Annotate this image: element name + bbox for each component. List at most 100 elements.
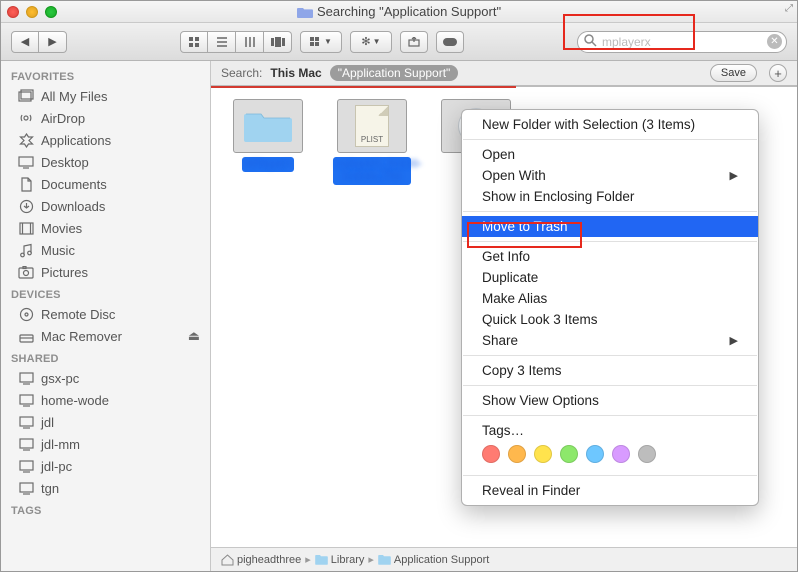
file-label: mplayerX_50100-8-9049..758 bbox=[333, 157, 411, 185]
pc-icon bbox=[17, 416, 35, 429]
sidebar-header-devices: DEVICES bbox=[1, 283, 210, 303]
sidebar-header-favorites: FAVORITES bbox=[1, 65, 210, 85]
desktop-icon bbox=[17, 156, 35, 169]
sidebar-item-applications[interactable]: Applications bbox=[1, 129, 210, 151]
fullscreen-icon[interactable]: ⤢ bbox=[785, 3, 793, 14]
menu-item-view-options[interactable]: Show View Options bbox=[462, 390, 758, 411]
scope-current-folder[interactable]: "Application Support" bbox=[330, 65, 459, 81]
sidebar-item-pictures[interactable]: Pictures bbox=[1, 261, 210, 283]
sidebar-item-label: jdl-mm bbox=[41, 437, 80, 452]
airdrop-icon bbox=[17, 111, 35, 125]
sidebar-item-shared[interactable]: home-wode bbox=[1, 389, 210, 411]
gear-icon: ✻ bbox=[361, 35, 370, 48]
sidebar-header-shared: SHARED bbox=[1, 347, 210, 367]
path-item[interactable]: Application Support bbox=[378, 554, 489, 566]
eject-icon[interactable]: ⏏ bbox=[188, 328, 200, 344]
annotation-highlight-1 bbox=[563, 14, 695, 50]
nav-buttons: ◀ ▶ bbox=[11, 31, 67, 53]
menu-item-enclosing[interactable]: Show in Enclosing Folder bbox=[462, 186, 758, 207]
pc-icon bbox=[17, 482, 35, 495]
search-scope-bar: Search: This Mac "Application Support" S… bbox=[211, 61, 797, 87]
applications-icon bbox=[17, 133, 35, 148]
path-item[interactable]: pigheadthree bbox=[221, 554, 301, 566]
tag-orange[interactable] bbox=[508, 445, 526, 463]
chevron-right-icon: ▸ bbox=[305, 553, 311, 566]
share-button[interactable] bbox=[400, 31, 428, 53]
sidebar-header-tags: TAGS bbox=[1, 499, 210, 519]
search-label: Search: bbox=[221, 66, 262, 80]
tags-button[interactable] bbox=[436, 31, 464, 53]
sidebar-item-all-my-files[interactable]: All My Files bbox=[1, 85, 210, 107]
menu-item-reveal[interactable]: Reveal in Finder bbox=[462, 480, 758, 501]
annotation-highlight-2 bbox=[467, 222, 582, 248]
sidebar-item-label: tgn bbox=[41, 481, 59, 496]
chevron-right-icon: ▶ bbox=[730, 334, 738, 347]
menu-item-make-alias[interactable]: Make Alias bbox=[462, 288, 758, 309]
finder-window: Searching "Application Support" ⤢ ◀ ▶ bbox=[0, 0, 798, 572]
path-item[interactable]: Library bbox=[315, 554, 365, 566]
tag-purple[interactable] bbox=[612, 445, 630, 463]
column-view-button[interactable] bbox=[236, 31, 264, 53]
sidebar-item-label: Remote Disc bbox=[41, 307, 115, 322]
sidebar-item-shared[interactable]: gsx-pc bbox=[1, 367, 210, 389]
menu-separator bbox=[463, 415, 757, 416]
sidebar-item-desktop[interactable]: Desktop bbox=[1, 151, 210, 173]
folder-icon bbox=[297, 6, 313, 18]
file-item[interactable]: PLIST mplayerX_50100-8-9049..758 bbox=[333, 99, 411, 185]
menu-item-duplicate[interactable]: Duplicate bbox=[462, 267, 758, 288]
sidebar-item-label: gsx-pc bbox=[41, 371, 79, 386]
coverflow-view-button[interactable] bbox=[264, 31, 292, 53]
view-buttons bbox=[180, 31, 292, 53]
menu-item-new-folder[interactable]: New Folder with Selection (3 Items) bbox=[462, 114, 758, 135]
sidebar-item-label: All My Files bbox=[41, 89, 107, 104]
scope-this-mac[interactable]: This Mac bbox=[270, 66, 321, 80]
back-button[interactable]: ◀ bbox=[11, 31, 39, 53]
file-item[interactable]: MPlayerX bbox=[229, 99, 307, 172]
sidebar-item-shared[interactable]: tgn bbox=[1, 477, 210, 499]
icon-view-button[interactable] bbox=[180, 31, 208, 53]
sidebar-item-label: Desktop bbox=[41, 155, 89, 170]
sidebar-item-remote-disc[interactable]: Remote Disc bbox=[1, 303, 210, 325]
sidebar-item-movies[interactable]: Movies bbox=[1, 217, 210, 239]
all-my-files-icon bbox=[17, 89, 35, 103]
sidebar-item-shared[interactable]: jdl-pc bbox=[1, 455, 210, 477]
movies-icon bbox=[17, 222, 35, 235]
tag-yellow[interactable] bbox=[534, 445, 552, 463]
sidebar-item-airdrop[interactable]: AirDrop bbox=[1, 107, 210, 129]
sidebar-item-label: jdl-pc bbox=[41, 459, 72, 474]
sidebar-item-downloads[interactable]: Downloads bbox=[1, 195, 210, 217]
sidebar-item-shared[interactable]: jdl-mm bbox=[1, 433, 210, 455]
folder-icon bbox=[244, 108, 292, 144]
menu-item-open[interactable]: Open bbox=[462, 144, 758, 165]
arrange-button[interactable]: ▼ bbox=[300, 31, 342, 53]
sidebar-item-mac-remover[interactable]: Mac Remover⏏ bbox=[1, 325, 210, 347]
home-icon bbox=[221, 554, 234, 566]
action-button[interactable]: ✻▼ bbox=[350, 31, 392, 53]
forward-button[interactable]: ▶ bbox=[39, 31, 67, 53]
menu-item-tags[interactable]: Tags… bbox=[462, 420, 758, 441]
tag-blue[interactable] bbox=[586, 445, 604, 463]
tag-gray[interactable] bbox=[638, 445, 656, 463]
folder-icon bbox=[378, 554, 391, 565]
menu-item-open-with[interactable]: Open With▶ bbox=[462, 165, 758, 186]
menu-item-get-info[interactable]: Get Info bbox=[462, 246, 758, 267]
pc-icon bbox=[17, 438, 35, 451]
add-criteria-button[interactable]: + bbox=[769, 64, 787, 82]
menu-item-share[interactable]: Share▶ bbox=[462, 330, 758, 351]
window-title-text: Searching "Application Support" bbox=[317, 4, 501, 19]
folder-icon bbox=[315, 554, 328, 565]
save-search-button[interactable]: Save bbox=[710, 64, 757, 82]
menu-item-quick-look[interactable]: Quick Look 3 Items bbox=[462, 309, 758, 330]
sidebar-item-label: Movies bbox=[41, 221, 82, 236]
tag-red[interactable] bbox=[482, 445, 500, 463]
menu-item-copy[interactable]: Copy 3 Items bbox=[462, 360, 758, 381]
sidebar-item-shared[interactable]: jdl bbox=[1, 411, 210, 433]
sidebar-item-label: Applications bbox=[41, 133, 111, 148]
clear-search-button[interactable]: ✕ bbox=[767, 34, 782, 49]
tag-green[interactable] bbox=[560, 445, 578, 463]
chevron-right-icon: ▸ bbox=[368, 553, 374, 566]
music-icon bbox=[17, 243, 35, 258]
sidebar-item-documents[interactable]: Documents bbox=[1, 173, 210, 195]
sidebar-item-music[interactable]: Music bbox=[1, 239, 210, 261]
list-view-button[interactable] bbox=[208, 31, 236, 53]
